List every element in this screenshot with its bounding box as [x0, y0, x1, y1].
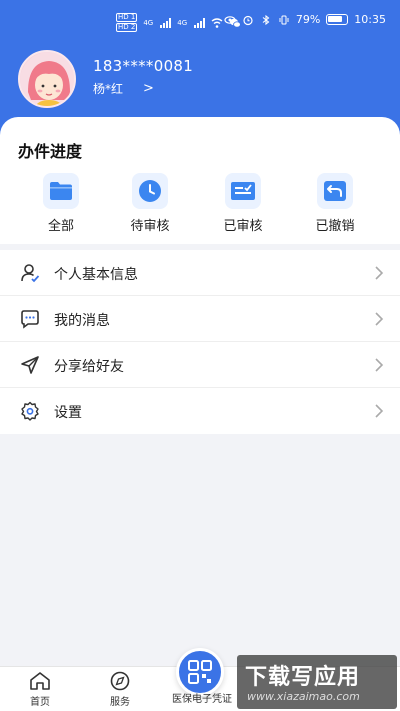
tab-home[interactable]: 首页: [10, 671, 70, 708]
compass-icon: [110, 671, 130, 691]
progress-card: 办件进度 全部 待审核 已审核 已撤销: [0, 117, 400, 244]
chevron-right-icon: [375, 358, 384, 372]
status-bar: HD 1 HD 2 4G 4G 79% 10:35: [0, 0, 400, 44]
home-icon: [30, 672, 50, 690]
vibrate-icon: [279, 15, 289, 24]
status-left: HD 1 HD 2 4G 4G: [116, 13, 241, 32]
signal-icon-2: [194, 17, 206, 28]
tab-center-label[interactable]: 医保电子凭证: [157, 690, 247, 705]
wifi-icon: [211, 17, 223, 28]
eye-icon: [224, 15, 236, 24]
progress-item-approved[interactable]: 已审核: [213, 173, 273, 234]
tab-service[interactable]: 服务: [90, 671, 150, 708]
chevron-right-icon: [375, 312, 384, 326]
person-check-icon: [21, 264, 40, 283]
qr-code-icon: [188, 660, 212, 684]
progress-title: 办件进度: [18, 142, 83, 161]
settings-menu: 个人基本信息 我的消息 分享给好友 设置: [0, 250, 400, 434]
user-name: 杨*红: [93, 82, 124, 96]
menu-item-settings[interactable]: 设置: [0, 388, 400, 434]
battery-percent: 79%: [295, 13, 321, 26]
sim1-badge: HD 1: [116, 13, 138, 22]
sim2-badge: HD 2: [116, 23, 138, 32]
signal-icon: [160, 17, 172, 28]
menu-item-share[interactable]: 分享给好友: [0, 342, 400, 388]
watermark-url: www.xiazaimao.com: [247, 690, 360, 703]
progress-label-pending: 待审核: [130, 219, 170, 234]
menu-label-messages: 我的消息: [54, 313, 110, 329]
menu-item-personal-info[interactable]: 个人基本信息: [0, 250, 400, 296]
message-icon: [21, 310, 39, 329]
menu-label-settings: 设置: [54, 405, 82, 421]
progress-item-revoked[interactable]: 已撤销: [305, 173, 365, 234]
progress-label-revoked: 已撤销: [315, 219, 355, 234]
menu-item-messages[interactable]: 我的消息: [0, 296, 400, 342]
clock-time: 10:35: [354, 13, 386, 26]
avatar[interactable]: [18, 50, 76, 108]
chevron-right-icon: [375, 404, 384, 418]
clock-icon: [132, 173, 168, 209]
watermark: 下载写应用 www.xiazaimao.com: [237, 655, 397, 709]
approved-icon: [225, 173, 261, 209]
menu-label-share: 分享给好友: [54, 359, 124, 375]
battery-icon: [326, 14, 349, 25]
send-icon: [21, 356, 39, 374]
watermark-title: 下载写应用: [245, 665, 361, 690]
chevron-right-icon: [375, 266, 384, 280]
net2-label: 4G: [177, 18, 188, 27]
progress-label-approved: 已审核: [223, 219, 263, 234]
sim-badges: HD 1 HD 2: [116, 13, 138, 32]
bluetooth-icon: [262, 14, 270, 25]
revoke-icon: [317, 173, 353, 209]
profile-arrow[interactable]: >: [143, 81, 154, 96]
status-right: 79% 10:35: [224, 13, 386, 26]
net1-label: 4G: [143, 18, 154, 27]
folder-icon: [43, 173, 79, 209]
gear-icon: [21, 401, 39, 421]
user-name-row[interactable]: 杨*红 >: [93, 80, 154, 97]
progress-label-all: 全部: [47, 219, 74, 234]
menu-label-personal-info: 个人基本信息: [54, 267, 138, 283]
user-phone: 183****0081: [93, 57, 194, 75]
progress-item-all[interactable]: 全部: [31, 173, 91, 234]
tab-service-label: 服务: [110, 697, 130, 708]
tab-home-label: 首页: [30, 697, 50, 708]
progress-item-pending[interactable]: 待审核: [120, 173, 180, 234]
medical-voucher-button[interactable]: [176, 648, 224, 696]
alarm-icon: [243, 15, 253, 25]
